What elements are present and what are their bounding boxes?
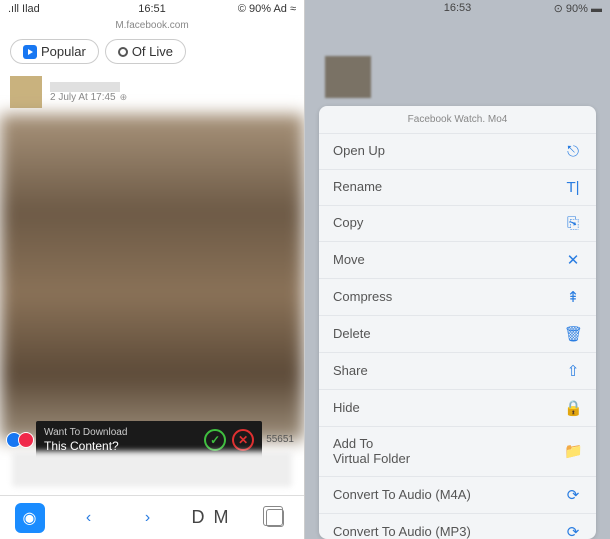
menu-title: Facebook Watch. Mo4 [319,106,596,134]
menu-delete-label: Delete [333,326,371,342]
menu-open[interactable]: Open Up ⎋ [319,134,596,170]
menu-rename-label: Rename [333,179,382,195]
back-button[interactable]: ‹ [74,503,104,533]
menu-delete[interactable]: Delete 🗑 [319,316,596,353]
status-time-right: 16:53 [444,2,472,14]
status-bar-left: .ıll Ilad 16:51 © 90% Ad ≈ [0,0,304,18]
menu-addfolder-label: Add To Virtual Folder [333,436,410,467]
lock-icon: 🔒 [564,399,582,417]
compress-icon: ⇞ [564,288,582,306]
share-icon: ⇧ [564,362,582,380]
avatar[interactable] [10,76,42,108]
context-menu: Facebook Watch. Mo4 Open Up ⎋ Rename T| … [319,106,596,539]
menu-mp3-label: Convert To Audio (MP3) [333,524,471,539]
post-media-blurred[interactable] [0,114,304,441]
tabs-icon [266,509,284,527]
menu-move-label: Move [333,252,365,268]
refresh-icon: ⟳ [564,486,582,504]
right-screenshot: 16:53 ⊙ 90% ▬ Facebook Watch. Mo4 Open U… [305,0,610,539]
home-button[interactable]: ◉ [15,503,45,533]
battery-indicator: © 90% Ad ≈ [238,3,296,15]
menu-hide[interactable]: Hide 🔒 [319,390,596,427]
menu-add-virtual-folder[interactable]: Add To Virtual Folder 📁 [319,427,596,477]
rename-icon: T| [564,179,582,196]
post-meta: 2 July At 17:45 ⊕ [50,82,127,103]
refresh-icon: ⟳ [564,523,582,539]
post-date-text: 2 July At 17:45 [50,92,116,103]
tabs-button[interactable] [260,503,290,533]
forward-button[interactable]: › [133,503,163,533]
tab-live-label: Of Live [132,44,173,59]
carrier: .ıll Ilad [8,3,40,15]
confirm-button[interactable]: ✓ [204,429,226,451]
download-text: Want To Download This Content? [44,427,127,453]
bottom-toolbar: ◉ ‹ › D M [0,495,304,539]
reaction-count: 55651 [266,434,294,445]
folder-icon: 📁 [564,442,582,460]
love-icon [18,432,34,448]
comment-blurred [12,451,292,487]
menu-hide-label: Hide [333,400,360,416]
dm-label[interactable]: D M [192,507,231,528]
menu-convert-mp3[interactable]: Convert To Audio (MP3) ⟳ [319,514,596,539]
feed-tabs: Popular Of Live [0,35,304,72]
menu-compress-label: Compress [333,289,392,305]
menu-share-label: Share [333,363,368,379]
menu-compress[interactable]: Compress ⇞ [319,279,596,316]
play-icon [23,45,37,59]
menu-move[interactable]: Move ✕ [319,242,596,279]
reactions[interactable] [10,432,34,448]
open-icon: ⎋ [564,143,582,160]
menu-m4a-label: Convert To Audio (M4A) [333,487,471,503]
download-buttons: ✓ ✕ [204,429,254,451]
live-icon [118,47,128,57]
menu-rename[interactable]: Rename T| [319,170,596,206]
menu-share[interactable]: Share ⇧ [319,353,596,390]
status-time: 16:51 [138,3,166,15]
battery-right: ⊙ 90% ▬ [554,2,602,15]
trash-icon: 🗑 [564,325,582,343]
post-author-redacted [50,82,120,92]
menu-open-label: Open Up [333,143,385,159]
url-bar[interactable]: M.facebook.com [0,18,304,35]
download-line1: Want To Download [44,427,127,439]
menu-copy-label: Copy [333,215,363,231]
post-header: 2 July At 17:45 ⊕ [0,72,304,112]
status-bar-right: 16:53 ⊙ 90% ▬ [305,0,610,16]
globe-icon: ⊕ [120,92,128,103]
cancel-button[interactable]: ✕ [232,429,254,451]
move-icon: ✕ [564,251,582,269]
menu-convert-m4a[interactable]: Convert To Audio (M4A) ⟳ [319,477,596,514]
post-date: 2 July At 17:45 ⊕ [50,92,127,103]
tab-popular[interactable]: Popular [10,39,99,64]
file-thumbnail[interactable] [325,56,371,97]
copy-icon: ⎘ [564,215,582,232]
tab-popular-label: Popular [41,44,86,59]
tab-live[interactable]: Of Live [105,39,186,64]
menu-copy[interactable]: Copy ⎘ [319,206,596,242]
left-screenshot: .ıll Ilad 16:51 © 90% Ad ≈ M.facebook.co… [0,0,305,539]
